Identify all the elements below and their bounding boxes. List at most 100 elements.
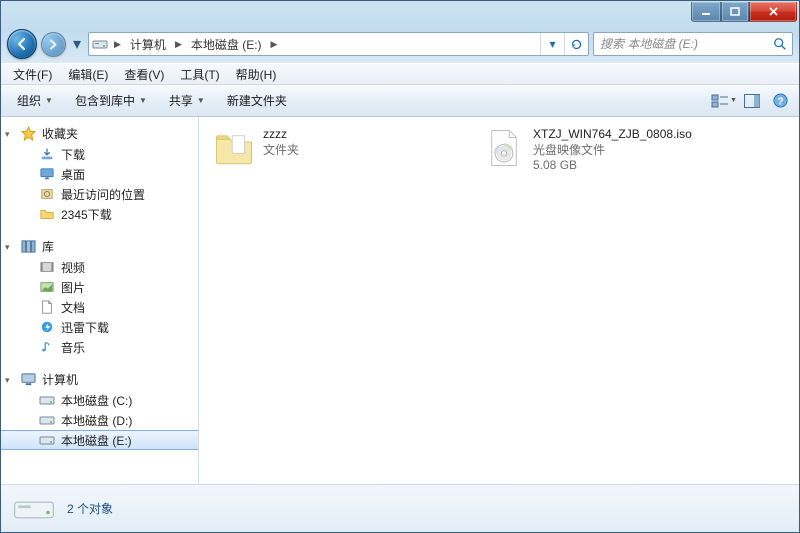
file-type: 文件夹 xyxy=(263,141,299,158)
sidebar-item-label: 视频 xyxy=(61,259,85,276)
sidebar-libraries-group: ▾ 库 视频 图片 文档 迅雷下载 音乐 xyxy=(1,236,198,357)
xunlei-icon xyxy=(39,319,55,335)
menu-help[interactable]: 帮助(H) xyxy=(228,64,285,84)
sidebar-favorites-label: 收藏夹 xyxy=(42,125,78,142)
view-options-button[interactable]: ▼ xyxy=(711,89,737,113)
file-name: zzzz xyxy=(263,127,299,141)
breadcrumb-arrow-icon[interactable]: ▶ xyxy=(268,33,281,55)
iso-icon xyxy=(483,127,525,169)
explorer-window: ▾ ▶ 计算机 ▶ 本地磁盘 (E:) ▶ ▾ 文件(F) 编辑(E) 查 xyxy=(0,0,800,533)
svg-text:?: ? xyxy=(777,96,783,107)
menu-view[interactable]: 查看(V) xyxy=(116,64,172,84)
new-folder-button[interactable]: 新建文件夹 xyxy=(217,89,297,113)
star-icon xyxy=(20,126,36,142)
navbar: ▾ ▶ 计算机 ▶ 本地磁盘 (E:) ▶ ▾ xyxy=(1,29,799,63)
video-icon xyxy=(39,259,55,275)
download-icon xyxy=(39,146,55,162)
addr-dropdown-button[interactable]: ▾ xyxy=(540,33,564,55)
body: ▾ 收藏夹 下载 桌面 最近访问的位置 2345下载 ▾ 库 视频 xyxy=(1,117,799,484)
help-button[interactable]: ? xyxy=(767,89,793,113)
minimize-button[interactable] xyxy=(691,2,721,22)
menubar: 文件(F) 编辑(E) 查看(V) 工具(T) 帮助(H) xyxy=(1,63,799,85)
file-name: XTZJ_WIN764_ZJB_0808.iso xyxy=(533,127,692,141)
recent-icon xyxy=(39,186,55,202)
sidebar-item-desktop[interactable]: 桌面 xyxy=(1,164,198,184)
drive-icon xyxy=(89,38,111,50)
forward-button[interactable] xyxy=(41,32,66,57)
sidebar-item-label: 本地磁盘 (C:) xyxy=(61,392,132,409)
libraries-icon xyxy=(20,239,36,255)
drive-icon xyxy=(39,412,55,428)
file-type: 光盘映像文件 xyxy=(533,141,692,158)
collapse-icon: ▾ xyxy=(5,375,14,384)
drive-icon xyxy=(39,432,55,448)
breadcrumb-arrow-icon[interactable]: ▶ xyxy=(172,33,185,55)
history-dropdown[interactable]: ▾ xyxy=(70,34,84,54)
back-button[interactable] xyxy=(7,29,37,59)
sidebar-item-label: 迅雷下载 xyxy=(61,319,109,336)
maximize-button[interactable] xyxy=(721,2,749,22)
file-item-iso[interactable]: XTZJ_WIN764_ZJB_0808.iso 光盘映像文件 5.08 GB xyxy=(483,127,713,172)
menu-tools[interactable]: 工具(T) xyxy=(172,64,227,84)
file-meta: XTZJ_WIN764_ZJB_0808.iso 光盘映像文件 5.08 GB xyxy=(533,127,692,172)
file-list: zzzz 文件夹 xyxy=(213,127,785,172)
chevron-down-icon: ▼ xyxy=(197,96,205,105)
computer-icon xyxy=(20,372,36,388)
titlebar xyxy=(1,1,799,29)
include-button[interactable]: 包含到库中 ▼ xyxy=(65,89,157,113)
desktop-icon xyxy=(39,166,55,182)
file-item-folder[interactable]: zzzz 文件夹 xyxy=(213,127,443,172)
address-bar[interactable]: ▶ 计算机 ▶ 本地磁盘 (E:) ▶ ▾ xyxy=(88,32,589,56)
sidebar-computer-header[interactable]: ▾ 计算机 xyxy=(1,369,198,390)
sidebar-item-downloads[interactable]: 下载 xyxy=(1,144,198,164)
toolbar: 组织▼ 包含到库中 ▼ 共享 ▼ 新建文件夹 ▼ ? xyxy=(1,85,799,117)
include-label: 包含到库中 xyxy=(75,92,135,109)
sidebar-favorites-group: ▾ 收藏夹 下载 桌面 最近访问的位置 2345下载 xyxy=(1,123,198,224)
sidebar-item-pictures[interactable]: 图片 xyxy=(1,277,198,297)
breadcrumb-arrow-icon[interactable]: ▶ xyxy=(111,33,124,55)
sidebar-computer-group: ▾ 计算机 本地磁盘 (C:) 本地磁盘 (D:) 本地磁盘 (E:) xyxy=(1,369,198,450)
sidebar-item-label: 下载 xyxy=(61,146,85,163)
sidebar-item-label: 本地磁盘 (D:) xyxy=(61,412,132,429)
breadcrumb-seg-computer[interactable]: 计算机 xyxy=(124,33,172,55)
sidebar-item-recent[interactable]: 最近访问的位置 xyxy=(1,184,198,204)
sidebar-item-music[interactable]: 音乐 xyxy=(1,337,198,357)
share-button[interactable]: 共享 ▼ xyxy=(159,89,215,113)
close-button[interactable] xyxy=(749,2,797,22)
folder-icon xyxy=(213,127,255,169)
sidebar-libraries-header[interactable]: ▾ 库 xyxy=(1,236,198,257)
menu-edit[interactable]: 编辑(E) xyxy=(60,64,116,84)
share-label: 共享 xyxy=(169,92,193,109)
sidebar-item-xunlei[interactable]: 迅雷下载 xyxy=(1,317,198,337)
menu-file[interactable]: 文件(F) xyxy=(5,64,60,84)
sidebar-item-documents[interactable]: 文档 xyxy=(1,297,198,317)
sidebar-item-drive-e[interactable]: 本地磁盘 (E:) xyxy=(1,430,198,450)
sidebar-item-videos[interactable]: 视频 xyxy=(1,257,198,277)
sidebar-item-2345dl[interactable]: 2345下载 xyxy=(1,204,198,224)
sidebar[interactable]: ▾ 收藏夹 下载 桌面 最近访问的位置 2345下载 ▾ 库 视频 xyxy=(1,117,199,484)
preview-pane-button[interactable] xyxy=(739,89,765,113)
breadcrumb-seg-drive[interactable]: 本地磁盘 (E:) xyxy=(185,33,268,55)
drive-icon xyxy=(13,492,55,526)
chevron-down-icon: ▼ xyxy=(139,96,147,105)
organize-button[interactable]: 组织▼ xyxy=(7,89,63,113)
sidebar-favorites-header[interactable]: ▾ 收藏夹 xyxy=(1,123,198,144)
folder-icon xyxy=(39,206,55,222)
content-pane[interactable]: zzzz 文件夹 xyxy=(199,117,799,484)
sidebar-item-drive-d[interactable]: 本地磁盘 (D:) xyxy=(1,410,198,430)
documents-icon xyxy=(39,299,55,315)
search-icon[interactable] xyxy=(768,37,792,51)
search-box[interactable] xyxy=(593,32,793,56)
drive-icon xyxy=(39,392,55,408)
sidebar-item-drive-c[interactable]: 本地磁盘 (C:) xyxy=(1,390,198,410)
sidebar-item-label: 2345下载 xyxy=(61,206,112,223)
collapse-icon: ▾ xyxy=(5,129,14,138)
music-icon xyxy=(39,339,55,355)
sidebar-item-label: 文档 xyxy=(61,299,85,316)
chevron-down-icon: ▼ xyxy=(45,96,53,105)
sidebar-item-label: 最近访问的位置 xyxy=(61,186,145,203)
search-input[interactable] xyxy=(594,37,768,51)
sidebar-item-label: 图片 xyxy=(61,279,85,296)
refresh-button[interactable] xyxy=(564,33,588,55)
chevron-down-icon: ▼ xyxy=(730,97,737,104)
